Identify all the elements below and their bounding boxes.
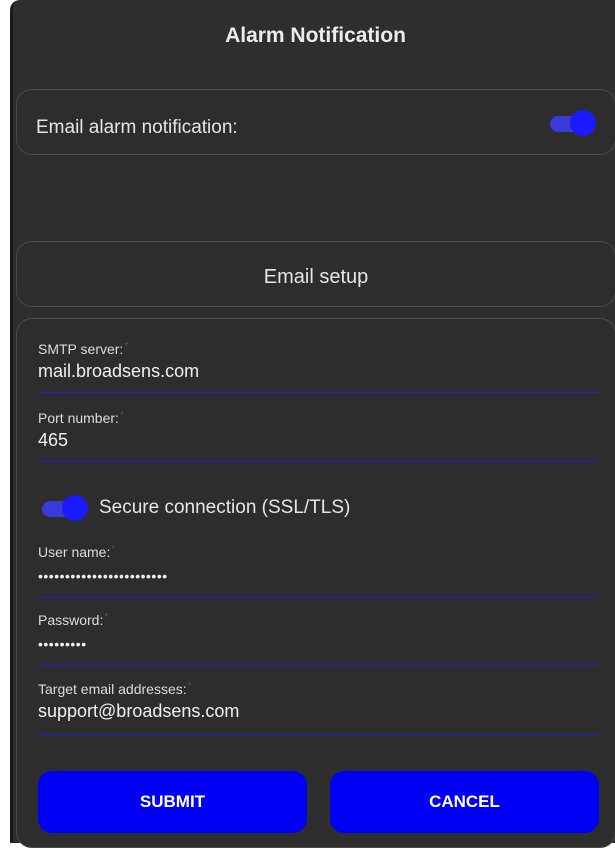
submit-button[interactable]: SUBMIT [38,771,307,833]
user-name-field[interactable]: User name:* •••••••••••••••••••••••• [38,544,599,598]
password-input[interactable]: ••••••••• [38,636,599,652]
smtp-server-label: SMTP server:* [38,341,129,357]
port-number-field[interactable]: Port number:* 465 [38,410,599,462]
ssl-toggle[interactable] [40,495,88,521]
toggle-knob [570,110,596,136]
required-mark: * [104,612,109,623]
input-underline [38,461,599,462]
email-setup-title: Email setup [263,266,369,288]
port-number-label: Port number:* [38,410,124,426]
input-underline [38,665,599,666]
password-label: Password:* [38,612,109,628]
port-number-input[interactable]: 465 [38,430,599,451]
required-mark: * [124,341,129,352]
input-underline [38,392,599,393]
required-mark: * [187,681,192,692]
target-email-input[interactable]: support@broadsens.com [38,701,599,722]
cancel-button[interactable]: CANCEL [330,771,599,833]
target-email-field[interactable]: Target email addresses:* support@broadse… [38,681,599,735]
ssl-label: Secure connection (SSL/TLS) [99,497,351,518]
smtp-server-field[interactable]: SMTP server:* mail.broadsens.com [38,341,599,393]
input-underline [38,734,599,735]
target-email-label: Target email addresses:* [38,681,192,697]
user-name-input[interactable]: •••••••••••••••••••••••• [38,568,599,584]
smtp-server-input[interactable]: mail.broadsens.com [38,361,599,382]
input-underline [38,597,599,598]
toggle-knob [62,495,88,521]
password-field[interactable]: Password:* ••••••••• [38,612,599,666]
page-title: Alarm Notification [225,24,406,47]
email-notification-card: Email alarm notification: [16,89,615,155]
required-mark: * [111,544,116,555]
user-name-label: User name:* [38,544,116,560]
required-mark: * [119,410,124,421]
email-notification-toggle[interactable] [548,110,596,136]
email-setup-header-card: Email setup [16,241,615,307]
email-notification-label: Email alarm notification: [36,117,238,138]
